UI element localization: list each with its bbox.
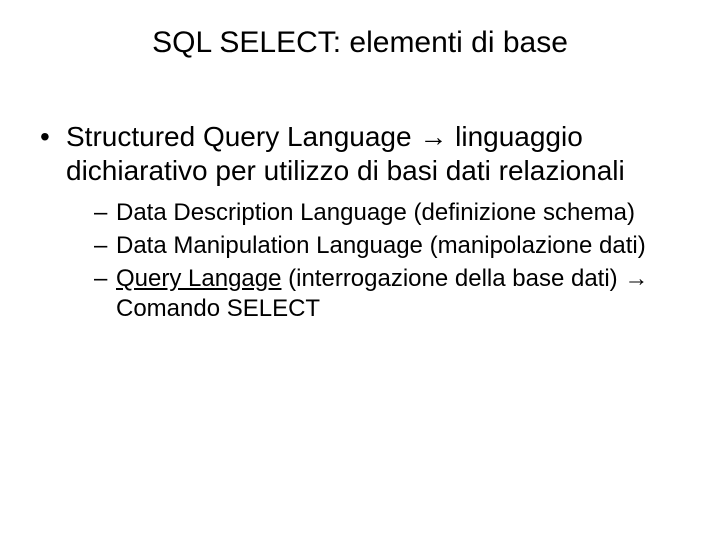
slide: SQL SELECT: elementi di base Structured … [0, 0, 720, 540]
sub-item-3-tail: Comando SELECT [116, 295, 320, 322]
sub-item-2: Data Manipulation Language (manipolazion… [94, 231, 680, 262]
sub-item-3-underlined: Query Langage [116, 265, 281, 292]
slide-title: SQL SELECT: elementi di base [40, 26, 680, 60]
bullet-item-1-prefix: Structured Query Language [66, 121, 419, 152]
arrow-icon: → [419, 121, 447, 152]
bullet-item-1: Structured Query Language → linguaggio d… [40, 120, 680, 325]
bullet-list-level1: Structured Query Language → linguaggio d… [40, 120, 680, 325]
sub-item-3: Query Langage (interrogazione della base… [94, 264, 680, 325]
arrow-icon: → [624, 265, 648, 292]
bullet-list-level2: Data Description Language (definizione s… [66, 198, 680, 325]
sub-item-3-after: (interrogazione della base dati) [281, 265, 624, 292]
sub-item-1: Data Description Language (definizione s… [94, 198, 680, 229]
